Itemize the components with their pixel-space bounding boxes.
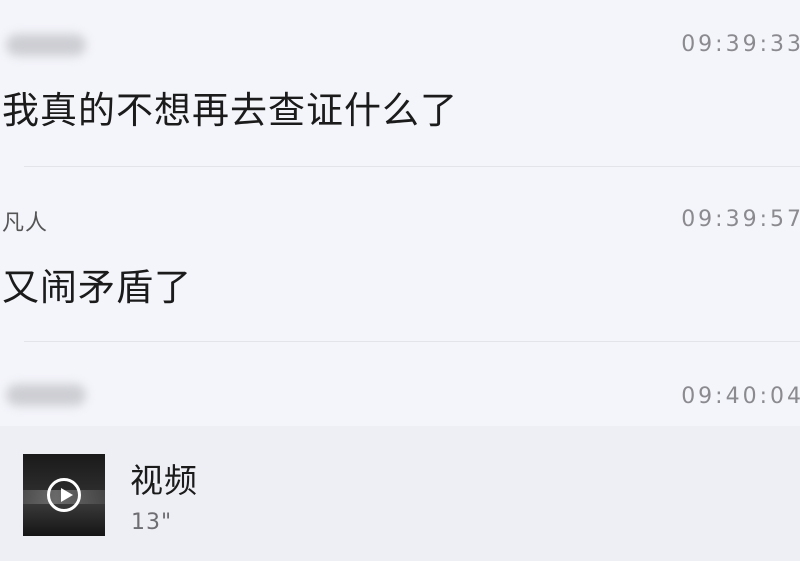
message-text: 又闹矛盾了 bbox=[2, 266, 192, 309]
chat-message[interactable]: 09:39:33 我真的不想再去查证什么了 bbox=[0, 0, 800, 166]
video-label: 视频 bbox=[130, 461, 198, 500]
chat-message[interactable]: 凡人 09:39:57 又闹矛盾了 bbox=[0, 167, 800, 342]
video-thumbnail[interactable] bbox=[23, 454, 105, 536]
message-text: 我真的不想再去查证什么了 bbox=[2, 89, 458, 132]
message-timestamp: 09:39:57 bbox=[681, 207, 800, 232]
chat-message[interactable]: 09:40:04 bbox=[0, 342, 800, 426]
video-duration: 13" bbox=[131, 510, 173, 535]
sender-name: 凡人 bbox=[2, 211, 49, 236]
play-circle-icon[interactable] bbox=[47, 478, 81, 512]
chat-history: 09:39:33 我真的不想再去查证什么了 凡人 09:39:57 又闹矛盾了 … bbox=[0, 0, 800, 561]
sender-name-blurred bbox=[6, 34, 86, 56]
message-timestamp: 09:40:04 bbox=[681, 384, 800, 409]
message-timestamp: 09:39:33 bbox=[681, 32, 800, 57]
sender-name-blurred bbox=[6, 384, 86, 406]
video-message-card[interactable]: 视频 13" bbox=[0, 426, 800, 561]
